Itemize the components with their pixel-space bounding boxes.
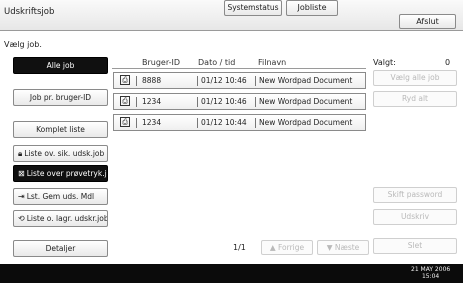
table-row[interactable]: ⎙ 8888 01/12 10:46 New Wordpad Document [113, 72, 366, 89]
hold-print-list-label: Liste o. lagr. udskr.job [26, 214, 108, 223]
stored-print-list-button[interactable]: ⇥ Lst. Gem uds. Mdl [13, 188, 108, 205]
row-date-time: 01/12 10:46 [201, 76, 247, 85]
column-separator [255, 76, 256, 86]
row-date-time: 01/12 10:44 [201, 118, 247, 127]
secure-job-list-label: Liste ov. sik. udsk.job [24, 149, 105, 158]
column-header-file-name: Filnavn [258, 58, 287, 67]
row-file-name: New Wordpad Document [259, 97, 353, 106]
table-row[interactable]: ⎙ 1234 01/12 10:44 New Wordpad Document [113, 114, 366, 131]
row-user-id: 8888 [142, 76, 162, 85]
row-file-name: New Wordpad Document [259, 118, 353, 127]
column-header-date-time: Dato / tid [198, 58, 236, 67]
store-print-icon: ⇥ [18, 192, 25, 201]
column-header-user-id: Bruger-ID [142, 58, 181, 67]
secure-job-list-button[interactable]: 🔒︎ Liste ov. sik. udsk.job [13, 145, 108, 162]
complete-list-button[interactable]: Komplet liste [13, 121, 108, 138]
change-password-button[interactable]: Skift password [373, 187, 457, 203]
hold-print-list-button[interactable]: ⟲ Liste o. lagr. udskr.job [13, 210, 108, 227]
print-job-icon: ⎙ [120, 75, 130, 85]
page-indicator: 1/1 [233, 243, 246, 252]
sample-print-list-label: Liste over prøvetryk.job [26, 169, 108, 178]
table-row[interactable]: ⎙ 1234 01/12 10:46 New Wordpad Document [113, 93, 366, 110]
clock-display: 21 MAY 2006 15:04 [411, 266, 450, 280]
column-separator [136, 76, 137, 86]
status-bar [0, 264, 463, 283]
print-job-icon: ⎙ [120, 96, 130, 106]
down-arrow-icon: ▼ [326, 243, 333, 252]
stored-print-list-label: Lst. Gem uds. Mdl [26, 192, 95, 201]
time-text: 15:04 [421, 273, 440, 280]
details-button[interactable]: Detaljer [13, 240, 108, 257]
delete-button[interactable]: Slet [373, 238, 457, 254]
column-separator [255, 97, 256, 107]
system-status-button[interactable]: Systemstatus [224, 0, 282, 16]
column-separator [255, 118, 256, 128]
selected-label: Valgt: [373, 58, 396, 67]
all-jobs-button[interactable]: Alle job [13, 57, 108, 74]
column-separator [197, 118, 198, 128]
column-separator [197, 76, 198, 86]
next-page-label: Næste [334, 243, 360, 252]
instruction-text: Vælg job. [4, 40, 42, 49]
date-text: 21 MAY 2006 [411, 266, 451, 273]
column-separator [136, 97, 137, 107]
previous-page-label: Forrige [278, 243, 305, 252]
lock-icon: 🔒︎ [18, 149, 23, 158]
selected-count: 0 [445, 58, 451, 67]
row-date-time: 01/12 10:46 [201, 97, 247, 106]
print-job-icon: ⎙ [120, 117, 130, 127]
job-by-user-button[interactable]: Job pr. bruger-ID [13, 89, 108, 106]
hold-print-icon: ⟲ [18, 214, 25, 223]
next-page-button[interactable]: ▼ Næste [317, 240, 369, 255]
header-divider [112, 68, 366, 69]
job-list-screen: { "header": { "title": "Udskriftsjob", "… [0, 0, 463, 283]
row-file-name: New Wordpad Document [259, 76, 353, 85]
select-all-jobs-button[interactable]: Vælg alle job [373, 70, 457, 86]
print-button[interactable]: Udskriv [373, 209, 457, 225]
previous-page-button[interactable]: ▲ Forrige [261, 240, 313, 255]
column-separator [197, 97, 198, 107]
sample-print-icon: ⊠ [18, 169, 25, 178]
column-separator [136, 118, 137, 128]
up-arrow-icon: ▲ [269, 243, 276, 252]
row-user-id: 1234 [142, 118, 162, 127]
sample-print-list-button[interactable]: ⊠ Liste over prøvetryk.job [13, 165, 108, 182]
job-list-button[interactable]: Jobliste [286, 0, 338, 16]
exit-button[interactable]: Afslut [399, 14, 456, 29]
row-user-id: 1234 [142, 97, 162, 106]
screen-title: Udskriftsjob [4, 7, 55, 17]
clear-all-button[interactable]: Ryd alt [373, 91, 457, 107]
